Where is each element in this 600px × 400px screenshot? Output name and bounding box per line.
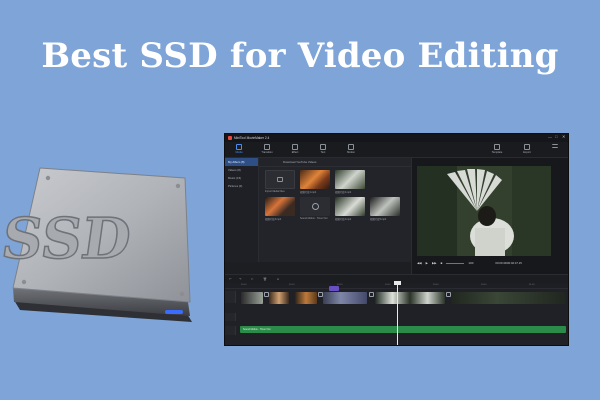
export-button[interactable]: Export <box>517 144 537 154</box>
tab-transition[interactable]: Transition <box>257 144 277 154</box>
preview-video[interactable] <box>417 166 551 256</box>
app-logo-icon <box>228 136 232 140</box>
motion-icon <box>348 144 354 150</box>
music-disc-icon <box>311 203 319 210</box>
video-clip[interactable] <box>241 292 263 304</box>
media-tile[interactable]: 视频片段4.mp4 <box>335 197 365 222</box>
playback-controls: ◀◀ ▶ ▶▶ ■ 100 00:00:40/00:02:47.15 <box>417 260 567 266</box>
transition-icon[interactable] <box>318 292 323 297</box>
sidebar-item-music[interactable]: Music (15) <box>225 174 258 182</box>
video-clip[interactable] <box>375 292 445 304</box>
download-youtube-link[interactable]: Download YouTube Videos <box>283 160 316 164</box>
title-bar: MiniTool MovieMaker 2.4 — □ ✕ <box>225 134 568 142</box>
sidebar-item-videos[interactable]: Videos (8) <box>225 166 258 174</box>
video-clip[interactable] <box>451 292 566 304</box>
menu-button[interactable] <box>545 144 565 148</box>
undo-icon[interactable]: ↶ <box>229 277 232 281</box>
media-tile-import[interactable]: Import Media Files <box>265 170 295 195</box>
tab-text[interactable]: Text <box>313 144 333 154</box>
audio-clip[interactable]: Sound Motion - Timer Out <box>240 326 566 333</box>
preview-panel: ◀◀ ▶ ▶▶ ■ 100 00:00:40/00:02:47.15 <box>411 158 568 274</box>
preview-frame <box>417 166 551 256</box>
next-frame-icon[interactable]: ▶▶ <box>432 261 437 265</box>
playhead[interactable] <box>397 283 398 345</box>
prev-frame-icon[interactable]: ◀◀ <box>417 261 422 265</box>
video-clip[interactable] <box>323 292 367 304</box>
tab-media[interactable]: Media <box>229 144 249 154</box>
sidebar-item-pictures[interactable]: Pictures (0) <box>225 182 258 190</box>
app-title: MiniTool MovieMaker 2.4 <box>234 136 270 140</box>
import-icon <box>277 177 283 182</box>
video-clip[interactable] <box>295 292 317 304</box>
svg-text:SSD: SSD <box>0 206 135 272</box>
close-icon[interactable]: ✕ <box>562 135 566 139</box>
media-tile[interactable]: 视频片段1.mp4 <box>300 170 330 195</box>
hamburger-icon <box>552 144 558 148</box>
stop-icon[interactable]: ■ <box>441 261 443 265</box>
library-header: Download YouTube Videos <box>259 158 411 167</box>
video-track-head <box>225 291 236 303</box>
sidebar-item-my-album[interactable]: My Album (8) <box>225 158 258 166</box>
minimize-icon[interactable]: — <box>548 135 552 139</box>
media-tile-audio[interactable]: Sound Motion - Timer Out <box>300 197 330 222</box>
media-sidebar: My Album (8) Videos (8) Music (15) Pictu… <box>225 158 259 262</box>
play-icon[interactable]: ▶ <box>426 261 428 265</box>
media-tile[interactable]: 视频片段2.mp4 <box>335 170 365 195</box>
ssd-drive-icon: SSD <box>0 167 192 322</box>
text-tool-icon[interactable]: A <box>277 277 279 281</box>
transition-icon <box>264 144 270 150</box>
text-clip[interactable] <box>329 286 339 291</box>
split-icon[interactable]: ✂ <box>251 277 254 281</box>
video-clip[interactable] <box>269 292 289 304</box>
template-button[interactable]: Template <box>487 144 507 154</box>
media-tile[interactable]: 视频片段5.mp4 <box>370 197 400 222</box>
transition-icon[interactable] <box>264 292 269 297</box>
audio-track-head <box>225 326 236 335</box>
moviemaker-window: MiniTool MovieMaker 2.4 — □ ✕ Media Tran… <box>224 133 569 346</box>
export-icon <box>524 144 530 150</box>
zoom-level: 100 <box>468 261 474 265</box>
media-icon <box>236 144 242 150</box>
template-icon <box>494 144 500 150</box>
tab-effect[interactable]: Effect <box>285 144 305 154</box>
media-library: Download YouTube Videos Import Media Fil… <box>259 158 411 262</box>
delete-icon[interactable]: 🗑 <box>263 277 267 281</box>
text-icon <box>320 144 326 150</box>
volume-slider[interactable] <box>446 262 465 264</box>
media-tile[interactable]: 视频片段3.mp4 <box>265 197 295 222</box>
transition-icon[interactable] <box>369 292 374 297</box>
playback-time: 00:00:40/00:02:47.15 <box>495 261 522 265</box>
redo-icon[interactable]: ↷ <box>239 277 242 281</box>
effect-icon <box>292 144 298 150</box>
tab-motion[interactable]: Motion <box>341 144 361 154</box>
maximize-icon[interactable]: □ <box>555 135 559 139</box>
text-track-head <box>225 313 236 321</box>
main-toolbar: Media Transition Effect Text Motion Temp… <box>225 142 568 158</box>
transition-icon[interactable] <box>446 292 451 297</box>
